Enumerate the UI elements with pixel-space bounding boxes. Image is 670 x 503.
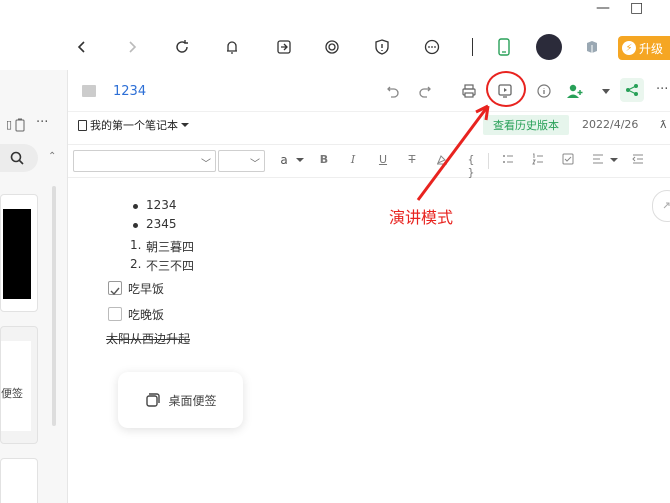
lightning-icon: ⚡ [622, 41, 636, 55]
list-item[interactable]: 朝三暮四 [146, 238, 194, 255]
upgrade-button[interactable]: ⚡ 升级 [618, 36, 670, 60]
align-dropdown-icon[interactable] [606, 153, 622, 166]
outdent-icon[interactable] [630, 153, 646, 168]
sidebar-chevron-icon[interactable]: ⌃ [48, 151, 56, 162]
task-item[interactable]: 吃晚饭 [128, 306, 164, 323]
list-number: 2. [130, 257, 142, 271]
note-type-icon [82, 85, 96, 97]
sidebar-note-card[interactable] [0, 194, 38, 312]
font-color-dropdown-icon[interactable] [292, 153, 308, 166]
list-number: 1. [130, 238, 142, 252]
shield-icon[interactable] [372, 37, 392, 57]
chevron-down-icon: ﹀ [201, 159, 211, 170]
notebook-selector[interactable]: 我的第一个笔记本 [78, 117, 189, 133]
share-out-icon[interactable] [274, 37, 294, 57]
share-icon[interactable] [620, 78, 644, 102]
strikethrough-text[interactable]: 太阳从西边升起 [106, 330, 190, 347]
task-checkbox[interactable] [108, 307, 122, 321]
font-size-select[interactable]: ﹀ [218, 150, 265, 172]
header-more-icon[interactable]: ··· [656, 82, 668, 97]
checklist-icon[interactable] [560, 153, 576, 168]
bold-icon[interactable]: B [316, 153, 332, 166]
date-extra-icon[interactable]: ƛ [660, 118, 667, 131]
list-item[interactable]: 1234 [146, 198, 177, 212]
avatar[interactable] [536, 34, 562, 60]
numbered-list-icon[interactable] [530, 153, 546, 168]
toolbar-divider [472, 38, 473, 56]
add-collaborator-icon[interactable] [565, 81, 585, 101]
forward-icon[interactable] [122, 37, 142, 57]
info-icon[interactable] [534, 81, 554, 101]
chevron-down-icon [181, 123, 189, 127]
sidebar-card-text: 便签 [1, 387, 23, 400]
chevron-down-icon: ﹀ [250, 159, 260, 170]
note-title[interactable]: 1234 [113, 84, 146, 99]
link-icon [663, 202, 670, 209]
sidebar-note-card[interactable]: 便签 [0, 326, 38, 444]
note-date: 2022/4/26 [582, 118, 639, 131]
list-item[interactable]: 2345 [146, 217, 177, 231]
sidebar-scrollbar[interactable] [52, 186, 56, 426]
sidebar-note-card[interactable] [0, 458, 38, 503]
annotation-label: 演讲模式 [389, 208, 454, 227]
task-checkbox-checked[interactable] [108, 281, 122, 296]
desktop-sticky-button[interactable]: 桌面便签 [118, 372, 243, 428]
phone-icon[interactable] [494, 37, 514, 57]
undo-icon[interactable] [383, 81, 403, 101]
annotation-arrow [416, 104, 490, 201]
italic-icon[interactable]: I [345, 153, 361, 166]
bullet-dot [133, 223, 138, 228]
underline-icon[interactable]: U [375, 153, 391, 166]
upgrade-label: 升级 [639, 41, 664, 56]
bell-icon[interactable] [222, 37, 242, 57]
notebook-name: 我的第一个笔记本 [90, 119, 178, 132]
sticky-label: 桌面便签 [168, 393, 217, 408]
bullet-list-icon[interactable] [500, 153, 516, 168]
sync-icon[interactable] [172, 37, 192, 57]
sidebar-search[interactable] [0, 144, 38, 172]
cube-icon[interactable] [582, 37, 602, 57]
list-item[interactable]: 不三不四 [146, 257, 194, 274]
minimize-button[interactable]: — [596, 0, 610, 18]
sidebar-more-icon[interactable]: ··· [36, 115, 48, 130]
paragraph-style-select[interactable]: ﹀ [73, 150, 216, 172]
maximize-button[interactable]: □ [630, 0, 643, 18]
checkmark-icon [110, 287, 120, 296]
notebook-icon [78, 119, 87, 131]
sidebar-clip-icon[interactable] [14, 117, 26, 136]
back-icon[interactable] [72, 37, 92, 57]
collaborator-dropdown-icon[interactable] [596, 81, 616, 101]
note-thumbnail [3, 209, 31, 299]
task-item[interactable]: 吃早饭 [128, 280, 164, 297]
search-icon [10, 151, 24, 165]
sticky-note-icon [146, 393, 161, 407]
bullet-dot [133, 204, 138, 209]
align-icon[interactable] [590, 153, 606, 168]
target-icon[interactable] [322, 37, 342, 57]
sidebar-list-icon[interactable]: ▯ [6, 118, 12, 131]
font-color-button[interactable]: a [276, 153, 292, 167]
more-circle-icon[interactable] [422, 37, 442, 57]
